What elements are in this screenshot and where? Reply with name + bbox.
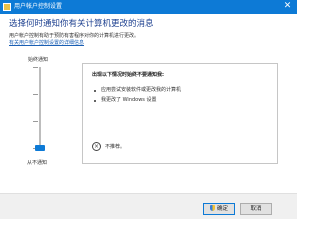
slider-label-never-notify: 从不通知	[27, 160, 48, 166]
window-title: 用户帐户控制设置	[14, 3, 63, 10]
shield-icon	[209, 205, 215, 211]
notification-slider-track[interactable]	[39, 67, 41, 149]
slider-tick	[33, 67, 38, 68]
panel-bullet-item: 我更改了 Windows 设置	[101, 97, 157, 103]
uac-app-icon	[3, 3, 11, 11]
bullet-icon	[94, 100, 96, 102]
panel-bullet-item: 应用尝试安装软件或更改我的计算机	[101, 87, 182, 93]
slider-label-always-notify: 始终通知	[28, 57, 49, 63]
slider-tick	[33, 121, 38, 122]
description-text: 用户帐户控制有助于预防有害程序对你的计算机进行更改。	[9, 33, 140, 39]
bullet-icon	[94, 90, 96, 92]
title-bar: 用户帐户控制设置 ✕	[0, 0, 297, 14]
ok-button[interactable]: 确定	[203, 203, 235, 215]
notification-slider-thumb[interactable]	[35, 145, 45, 151]
level-description-panel: 出现以下情况时始终不要通知我: 应用尝试安装软件或更改我的计算机 我更改了 Wi…	[82, 63, 278, 164]
panel-title: 出现以下情况时始终不要通知我:	[92, 72, 165, 78]
help-link[interactable]: 有关用户帐户控制设置的详细信息	[9, 40, 84, 47]
slider-tick	[33, 94, 38, 95]
page-heading: 选择何时通知你有关计算机更改的消息	[9, 19, 154, 29]
close-button[interactable]: ✕	[282, 1, 293, 12]
cancel-button-label: 取消	[250, 206, 262, 212]
ok-button-label: 确定	[216, 206, 228, 212]
recommendation-text: 不推荐。	[105, 144, 126, 150]
dialog-footer: 确定 取消	[0, 193, 297, 219]
not-recommended-icon: ×	[92, 142, 101, 151]
cancel-button[interactable]: 取消	[240, 203, 272, 215]
